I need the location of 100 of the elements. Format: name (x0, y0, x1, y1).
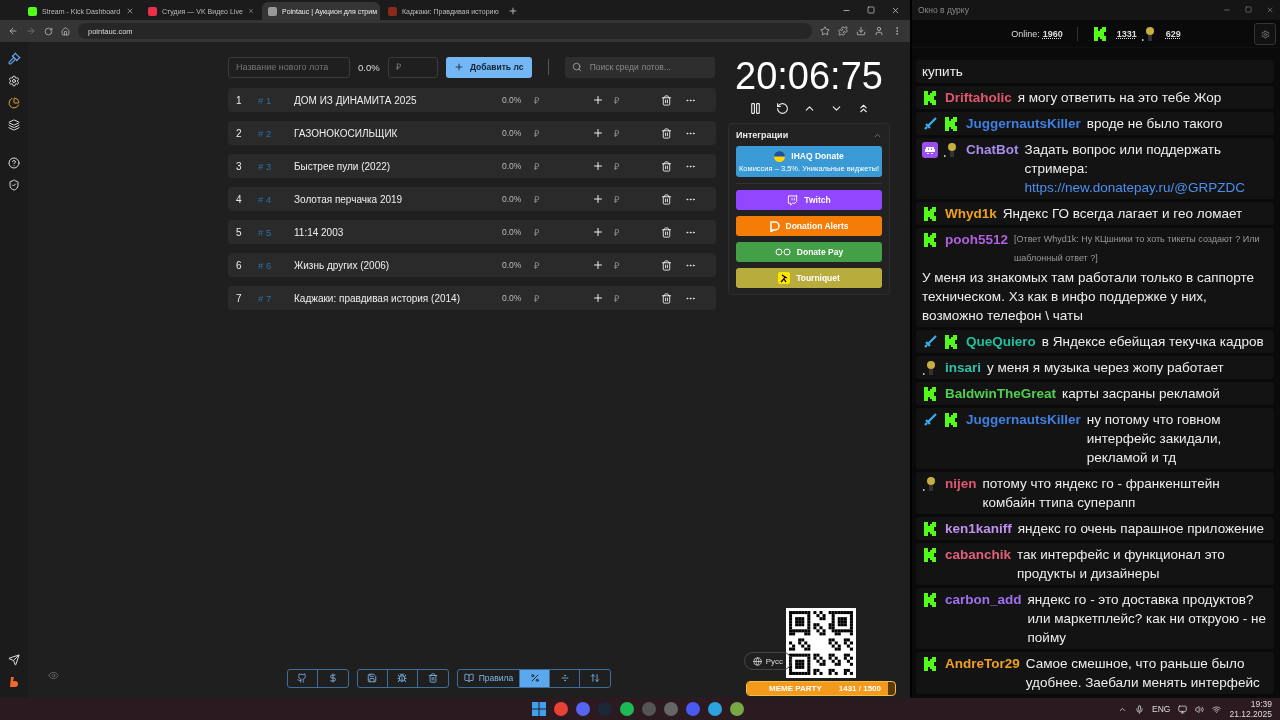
message-text: у меня я музыка через жопу работает (987, 359, 1224, 377)
message-text: Самое смешное, что раньше было удобнее. Заебали менять интерфейс (1025, 655, 1261, 692)
lot-index: 5 (236, 226, 243, 238)
message-text: Яндекс ГО всегда лагает и гео ломает (1002, 205, 1243, 223)
lot-percent: 0.0% (502, 95, 523, 105)
telegram-icon[interactable] (8, 654, 20, 666)
letter-mark-icon (769, 220, 780, 232)
plus-icon (592, 193, 604, 205)
windows-logo-icon[interactable] (531, 701, 547, 717)
trash-icon (660, 292, 672, 304)
monitor-icon[interactable] (1178, 704, 1188, 714)
boosty-icon[interactable] (8, 676, 20, 688)
username: Driftaholic (945, 89, 1012, 107)
username: cabanchik (945, 546, 1012, 564)
trash-icon (660, 226, 672, 238)
lot-id: # 1 (258, 94, 273, 106)
amount-field[interactable]: ₽ (387, 56, 438, 78)
app-icon[interactable] (729, 701, 745, 717)
new-tab-icon[interactable] (508, 6, 518, 16)
download-icon[interactable] (856, 26, 866, 36)
lot-percent: 0.0% (502, 260, 523, 270)
username: carbon_add (945, 591, 1022, 609)
app-icon[interactable] (663, 701, 679, 717)
app-icon[interactable] (553, 701, 569, 717)
layers-icon[interactable] (8, 119, 20, 131)
toolbar-button[interactable] (520, 669, 551, 687)
app-icon[interactable] (685, 701, 701, 717)
lot-id: # 5 (258, 226, 273, 238)
close-icon[interactable] (891, 6, 900, 15)
message-text: я могу ответить на это тебе Жор (1017, 89, 1222, 107)
lot-name: Быстрее пули (2022) (294, 160, 392, 172)
plus-icon (592, 259, 604, 271)
globe-icon (752, 656, 762, 666)
eye-icon[interactable] (48, 670, 59, 681)
close-tab-icon[interactable] (126, 7, 134, 15)
reload-icon[interactable] (44, 26, 53, 36)
plus-icon (592, 127, 604, 139)
close-icon[interactable] (1266, 6, 1274, 14)
search-field[interactable]: Поиск среди лотов... (564, 56, 715, 78)
maximize-icon[interactable] (1245, 6, 1252, 13)
app-icon[interactable] (619, 701, 635, 717)
lot-name-field[interactable]: Название нового лота (228, 56, 350, 78)
close-tab-icon[interactable] (247, 7, 254, 15)
qr-code-icon (786, 608, 856, 678)
pause-icon[interactable] (748, 102, 762, 115)
amount-field[interactable]: ₽ (612, 291, 652, 305)
add-lot-button[interactable]: Добавить лс (445, 56, 532, 78)
mic-icon[interactable] (1135, 704, 1145, 714)
lot-index: 4 (236, 193, 243, 205)
gavel-icon[interactable] (7, 52, 21, 65)
lot-amount: ₽ (534, 126, 541, 140)
viewer-count: 629 (1165, 28, 1181, 39)
back-icon[interactable] (8, 26, 18, 36)
pie-chart-icon[interactable] (8, 97, 20, 109)
lot-name: Золотая перчачка 2019 (294, 193, 404, 205)
maximize-icon[interactable] (867, 6, 875, 14)
search-input[interactable]: Поиск среди лотов... (587, 61, 708, 73)
percent-icon (529, 673, 540, 683)
app-icon[interactable] (575, 701, 591, 717)
settings-icon (1260, 29, 1270, 39)
extension-icon[interactable] (838, 26, 848, 36)
profile-icon[interactable] (874, 26, 884, 36)
figure-icon (943, 141, 959, 158)
divide-icon (559, 673, 570, 683)
lot-id: # 4 (258, 193, 273, 205)
lot-index: 2 (236, 127, 243, 139)
settings-icon[interactable] (8, 75, 20, 87)
trash-icon (660, 259, 672, 271)
lot-amount: ₽ (534, 258, 541, 272)
amount-field[interactable]: ₽ (612, 192, 652, 206)
amount-field[interactable]: ₽ (612, 225, 652, 239)
volume-icon[interactable] (1195, 704, 1205, 714)
message-text: потому что яндекс го - франкенштейн комбайн ттипа суперапп (982, 475, 1221, 512)
settings-button[interactable] (1254, 23, 1276, 45)
figure-icon (1140, 25, 1157, 42)
amount-field[interactable]: ₽ (612, 258, 652, 272)
username: JuggernautsKiller (966, 411, 1081, 429)
amount-field[interactable]: ₽ (612, 126, 652, 140)
kick-badge-icon (922, 385, 938, 402)
home-icon[interactable] (61, 26, 70, 36)
language-indicator[interactable]: ENG (1152, 704, 1171, 714)
integration-button[interactable]: Twitch (736, 190, 882, 210)
kick-badge-icon (1091, 25, 1108, 42)
sort-icon (590, 673, 601, 683)
reply-quote: [Ответ Whyd1k: Ну КЦшники то хоть тикеты создают ? Или шаблонный ответ ?] (1014, 233, 1261, 265)
reset-icon[interactable] (775, 102, 789, 115)
trash-icon (660, 160, 672, 172)
network-icon[interactable] (1212, 704, 1222, 714)
help-icon[interactable] (8, 157, 20, 169)
kick-count: 1331 (1116, 28, 1137, 39)
save-icon (367, 673, 378, 683)
username: ChatBot (966, 141, 1019, 159)
bookmark-icon[interactable] (820, 26, 830, 36)
amount-field[interactable]: ₽ (612, 93, 652, 107)
amount-field[interactable]: ₽ (612, 159, 652, 173)
app-icon[interactable] (707, 701, 723, 717)
donate-link[interactable]: https://new.donatepay.ru/@GRPZDC (1024, 178, 1246, 197)
lot-percent: 0.0% (502, 227, 523, 237)
party-title: MEME PARTY (769, 684, 822, 693)
sword-icon (922, 333, 938, 350)
